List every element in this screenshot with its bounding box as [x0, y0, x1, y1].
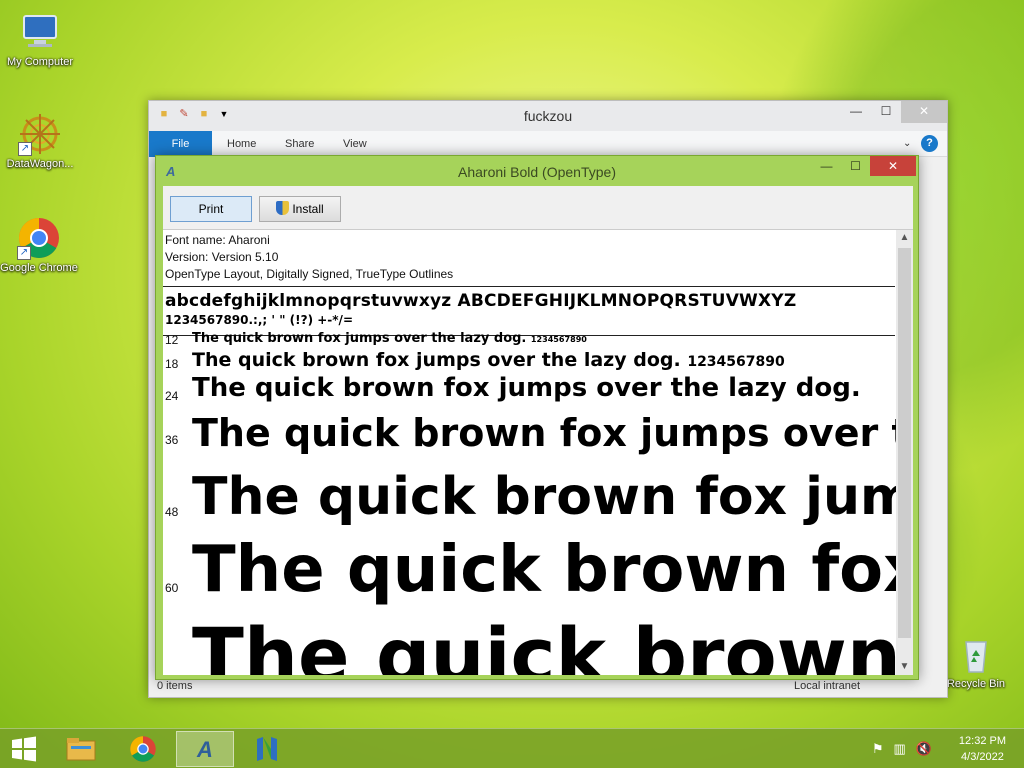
sample-row-12: 12 The quick brown fox jumps over the la… — [163, 330, 896, 349]
shortcut-arrow-icon: ↗ — [17, 246, 31, 260]
sample-row-18: 18 The quick brown fox jumps over the la… — [163, 349, 896, 373]
vertical-scrollbar[interactable]: ▲ ▼ — [896, 230, 913, 675]
app-n-icon — [257, 737, 277, 761]
install-button[interactable]: Install — [259, 196, 341, 222]
sample-row-60: 60 The quick brown fox jumps over the la… — [163, 533, 896, 617]
font-version: Version: Version 5.10 — [165, 250, 279, 264]
tab-view[interactable]: View — [343, 131, 367, 157]
size-samples: 12 The quick brown fox jumps over the la… — [163, 330, 896, 675]
ribbon-expand-icon[interactable]: ⌄ — [903, 131, 911, 157]
item-count: 0 items — [157, 680, 193, 692]
print-button[interactable]: Print — [170, 196, 252, 222]
file-explorer-icon — [66, 738, 96, 761]
font-viewer-title: Aharoni Bold (OpenType) — [458, 164, 616, 180]
sample-row-48: 48 The quick brown fox jumps over the la… — [163, 467, 896, 535]
minimize-button[interactable]: — — [841, 101, 871, 123]
sample-text: The quick brown fox jumps over the lazy … — [192, 611, 896, 675]
windows-logo-icon — [12, 736, 36, 762]
font-viewer-window: A Aharoni Bold (OpenType) — ☐ ✕ Print In… — [155, 155, 919, 680]
clock-date: 4/3/2022 — [961, 751, 1004, 763]
close-button[interactable]: ✕ — [870, 156, 916, 176]
scroll-up-icon[interactable]: ▲ — [896, 230, 913, 246]
start-button[interactable] — [0, 731, 48, 767]
desktop-icon-label: DataWagon... — [6, 158, 74, 170]
sample-row-72: 72 The quick brown fox jumps over the la… — [163, 611, 896, 675]
alphabet-sample: abcdefghijklmnopqrstuvwxyz ABCDEFGHIJKLM… — [165, 291, 797, 311]
sample-text: The quick brown fox jumps over the lazy … — [192, 331, 587, 346]
scroll-thumb[interactable] — [898, 248, 911, 638]
font-app-icon: A — [197, 737, 213, 762]
explorer-window-controls: — ☐ ✕ — [841, 101, 947, 123]
explorer-titlebar: ■ ✎ ■ ▼ fuckzou — ☐ ✕ — [149, 101, 947, 131]
desktop-icon-label: Google Chrome — [0, 262, 78, 274]
volume-muted-icon[interactable]: 🔇 — [916, 741, 932, 757]
desktop-icon-recycle-bin[interactable]: Recycle Bin — [936, 632, 1016, 690]
tab-file[interactable]: File — [149, 131, 212, 157]
install-label: Install — [292, 202, 324, 216]
font-preview-pane[interactable]: Font name: Aharoni Version: Version 5.10… — [163, 230, 913, 675]
chrome-icon — [130, 736, 156, 762]
datawagon-icon: ↗ — [18, 112, 62, 156]
explorer-title: fuckzou — [523, 108, 573, 124]
help-icon[interactable]: ? — [921, 135, 938, 152]
font-viewer-window-controls: — ☐ ✕ — [812, 156, 916, 176]
action-center-flag-icon[interactable]: ⚑ — [872, 741, 884, 757]
shortcut-arrow-icon: ↗ — [18, 142, 32, 156]
scroll-down-icon[interactable]: ▼ — [896, 659, 913, 675]
taskbar-app-n[interactable] — [238, 731, 296, 767]
chrome-icon: ↗ — [17, 216, 61, 260]
desktop-icon-datawagon[interactable]: ↗ DataWagon... — [0, 112, 80, 170]
system-tray: ⚑ ▥ 🔇 — [872, 741, 932, 757]
minimize-button[interactable]: — — [812, 156, 841, 176]
size-label: 12 — [165, 333, 179, 347]
taskbar-file-explorer[interactable] — [52, 731, 110, 767]
sample-row-24: 24 The quick brown fox jumps over the la… — [163, 373, 896, 411]
maximize-button[interactable]: ☐ — [841, 156, 870, 176]
sample-text: The quick brown fox jumps over the lazy … — [192, 349, 785, 371]
size-label: 18 — [165, 357, 179, 371]
ribbon-tabs: File Home Share View ⌄ ? — [149, 131, 947, 157]
desktop-icon-google-chrome[interactable]: ↗ Google Chrome — [0, 216, 78, 274]
taskbar: A ⚑ ▥ 🔇 12:32 PM 4/3/2022 — [0, 728, 1024, 768]
maximize-button[interactable]: ☐ — [871, 101, 901, 123]
taskbar-clock[interactable]: 12:32 PM 4/3/2022 — [959, 733, 1006, 765]
tab-home[interactable]: Home — [227, 131, 256, 157]
sample-row-36: 36 The quick brown fox jumps over the la… — [163, 411, 896, 467]
recycle-bin-icon — [954, 632, 998, 676]
taskbar-chrome[interactable] — [114, 731, 172, 767]
desktop-icon-label: Recycle Bin — [946, 678, 1006, 690]
digits-sample: 1234567890.:,; ' " (!?) +-*/= — [165, 313, 353, 327]
sample-text: The quick brown fox jumps over the lazy … — [192, 533, 896, 607]
font-viewer-toolbar: Print Install — [163, 186, 913, 230]
divider — [163, 286, 895, 287]
desktop-icon-my-computer[interactable]: My Computer — [0, 10, 80, 68]
font-name: Font name: Aharoni — [165, 233, 270, 247]
size-label: 48 — [165, 505, 179, 519]
sample-text: The quick brown fox jumps over the lazy … — [192, 411, 896, 455]
network-icon[interactable]: ▥ — [894, 741, 906, 757]
clock-time: 12:32 PM — [958, 735, 1006, 747]
font-viewer-titlebar: A Aharoni Bold (OpenType) — ☐ ✕ — [156, 156, 918, 186]
taskbar-font-viewer[interactable]: A — [176, 731, 234, 767]
desktop-icon-label: My Computer — [6, 56, 74, 68]
uac-shield-icon — [276, 201, 290, 215]
close-button[interactable]: ✕ — [901, 101, 947, 123]
computer-icon — [18, 10, 62, 54]
sample-text: The quick brown fox jumps over the lazy … — [192, 373, 861, 403]
sample-text: The quick brown fox jumps over the lazy … — [192, 467, 896, 527]
tab-share[interactable]: Share — [285, 131, 314, 157]
size-label: 24 — [165, 389, 179, 403]
font-features: OpenType Layout, Digitally Signed, TrueT… — [165, 267, 454, 281]
size-label: 36 — [165, 433, 179, 447]
size-label: 60 — [165, 581, 179, 595]
font-info: Font name: Aharoni Version: Version 5.10… — [163, 230, 913, 283]
